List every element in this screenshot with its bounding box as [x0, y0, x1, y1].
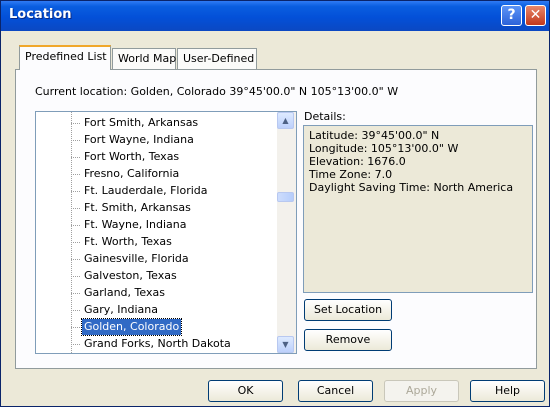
list-scrollbar[interactable]: ▲ ▼	[277, 112, 296, 353]
ok-label: OK	[237, 384, 254, 397]
details-label: Details:	[304, 110, 346, 123]
tree-dash	[71, 327, 80, 328]
list-item[interactable]: Ft. Worth, Texas	[71, 234, 174, 250]
tree-dash	[71, 208, 80, 209]
list-item[interactable]: Ft. Lauderdale, Florida	[71, 183, 210, 199]
close-icon: ✕	[529, 7, 542, 23]
tab-world-map[interactable]: World Map	[112, 48, 176, 69]
list-item[interactable]: Garland, Texas	[71, 285, 167, 301]
list-item[interactable]: Ft. Smith, Arkansas	[71, 200, 193, 216]
tab-label: Predefined List	[25, 50, 107, 63]
window-title: Location	[9, 7, 72, 22]
list-item-label: Golden, Colorado	[84, 320, 180, 333]
tab-predefined-list[interactable]: Predefined List	[19, 45, 111, 70]
tree-connector	[71, 112, 72, 353]
tab-user-defined[interactable]: User-Defined	[177, 48, 257, 69]
list-item[interactable]: Gainesville, Florida	[71, 251, 191, 267]
title-bar[interactable]: Location ? ✕	[1, 1, 549, 31]
list-item-label: Ft. Worth, Texas	[84, 235, 172, 248]
list-item-label: Fresno, California	[84, 167, 180, 180]
list-item-label: Ft. Wayne, Indiana	[84, 218, 187, 231]
details-line: Elevation: 1676.0	[309, 155, 406, 168]
list-item-label: Garland, Texas	[84, 286, 165, 299]
chevron-up-icon: ▲	[282, 116, 289, 125]
tree-dash	[71, 259, 80, 260]
tree-dash	[71, 344, 80, 345]
details-line: Time Zone: 7.0	[309, 168, 393, 181]
ok-button[interactable]: OK	[208, 380, 283, 402]
list-item[interactable]: Fresno, California	[71, 166, 181, 182]
scroll-thumb[interactable]	[277, 192, 294, 202]
list-item-label: Gary, Indiana	[84, 303, 158, 316]
list-item[interactable]: Grand Forks, North Dakota	[71, 336, 233, 352]
list-item-label: Ft. Smith, Arkansas	[84, 201, 191, 214]
apply-button[interactable]: Apply	[384, 380, 459, 402]
list-item[interactable]: Gary, Indiana	[71, 302, 160, 318]
list-item[interactable]: Ft. Wayne, Indiana	[71, 217, 189, 233]
help-label: Help	[494, 384, 521, 397]
tree-dash	[71, 191, 80, 192]
list-item-label: Fort Worth, Texas	[84, 150, 180, 163]
scroll-down-button[interactable]: ▼	[277, 336, 294, 353]
set-location-button[interactable]: Set Location	[304, 299, 392, 321]
list-item-label: Fort Smith, Arkansas	[84, 116, 199, 129]
tree-dash	[71, 293, 80, 294]
tree-dash	[71, 123, 80, 124]
details-line: Daylight Saving Time: North America	[309, 181, 514, 194]
list-item[interactable]: Fort Wayne, Indiana	[71, 132, 196, 148]
tree-dash	[71, 140, 80, 141]
scroll-up-button[interactable]: ▲	[277, 112, 294, 129]
tree-dash	[71, 276, 80, 277]
tree-dash	[71, 157, 80, 158]
tab-label: User-Defined	[183, 52, 255, 65]
list-item[interactable]: Galveston, Texas	[71, 268, 179, 284]
question-icon: ?	[507, 7, 516, 23]
list-item-label: Grand Forks, North Dakota	[84, 337, 231, 350]
location-list[interactable]: Fort Smith, Arkansas Fort Wayne, Indiana F…	[35, 111, 297, 354]
current-location-value: Golden, Colorado 39°45'00.0" N 105°13'00…	[130, 85, 399, 98]
details-line: Latitude: 39°45'00.0" N	[309, 129, 440, 142]
list-item-label: Galveston, Texas	[84, 269, 177, 282]
cancel-label: Cancel	[316, 384, 355, 397]
tree-dash	[71, 310, 80, 311]
list-item-label: Fort Wayne, Indiana	[84, 133, 194, 146]
tree-dash	[71, 242, 80, 243]
tree-dash	[71, 174, 80, 175]
current-location-label: Current location:	[35, 85, 128, 98]
list-item-label: Gainesville, Florida	[84, 252, 189, 265]
cancel-button[interactable]: Cancel	[298, 380, 373, 402]
set-location-label: Set Location	[313, 303, 383, 316]
details-line: Longitude: 105°13'00.0" W	[309, 142, 459, 155]
current-location: Current location: Golden, Colorado 39°45…	[35, 85, 398, 98]
close-button[interactable]: ✕	[525, 5, 546, 26]
apply-label: Apply	[405, 384, 438, 397]
tab-label: World Map	[118, 52, 177, 65]
remove-label: Remove	[325, 333, 371, 346]
list-item-label: Ft. Lauderdale, Florida	[84, 184, 208, 197]
list-item[interactable]: Fort Worth, Texas	[71, 149, 181, 165]
remove-button[interactable]: Remove	[304, 329, 392, 351]
help-button[interactable]: Help	[470, 380, 545, 402]
list-item[interactable]: Golden, Colorado	[71, 318, 183, 336]
list-item[interactable]: Fort Smith, Arkansas	[71, 115, 200, 131]
location-dialog: Location ? ✕ Predefined List World Map U…	[0, 0, 550, 407]
help-title-button[interactable]: ?	[501, 5, 522, 26]
details-box: Latitude: 39°45'00.0" N Longitude: 105°13…	[303, 125, 533, 293]
tree-dash	[71, 225, 80, 226]
chevron-down-icon: ▼	[282, 340, 289, 349]
